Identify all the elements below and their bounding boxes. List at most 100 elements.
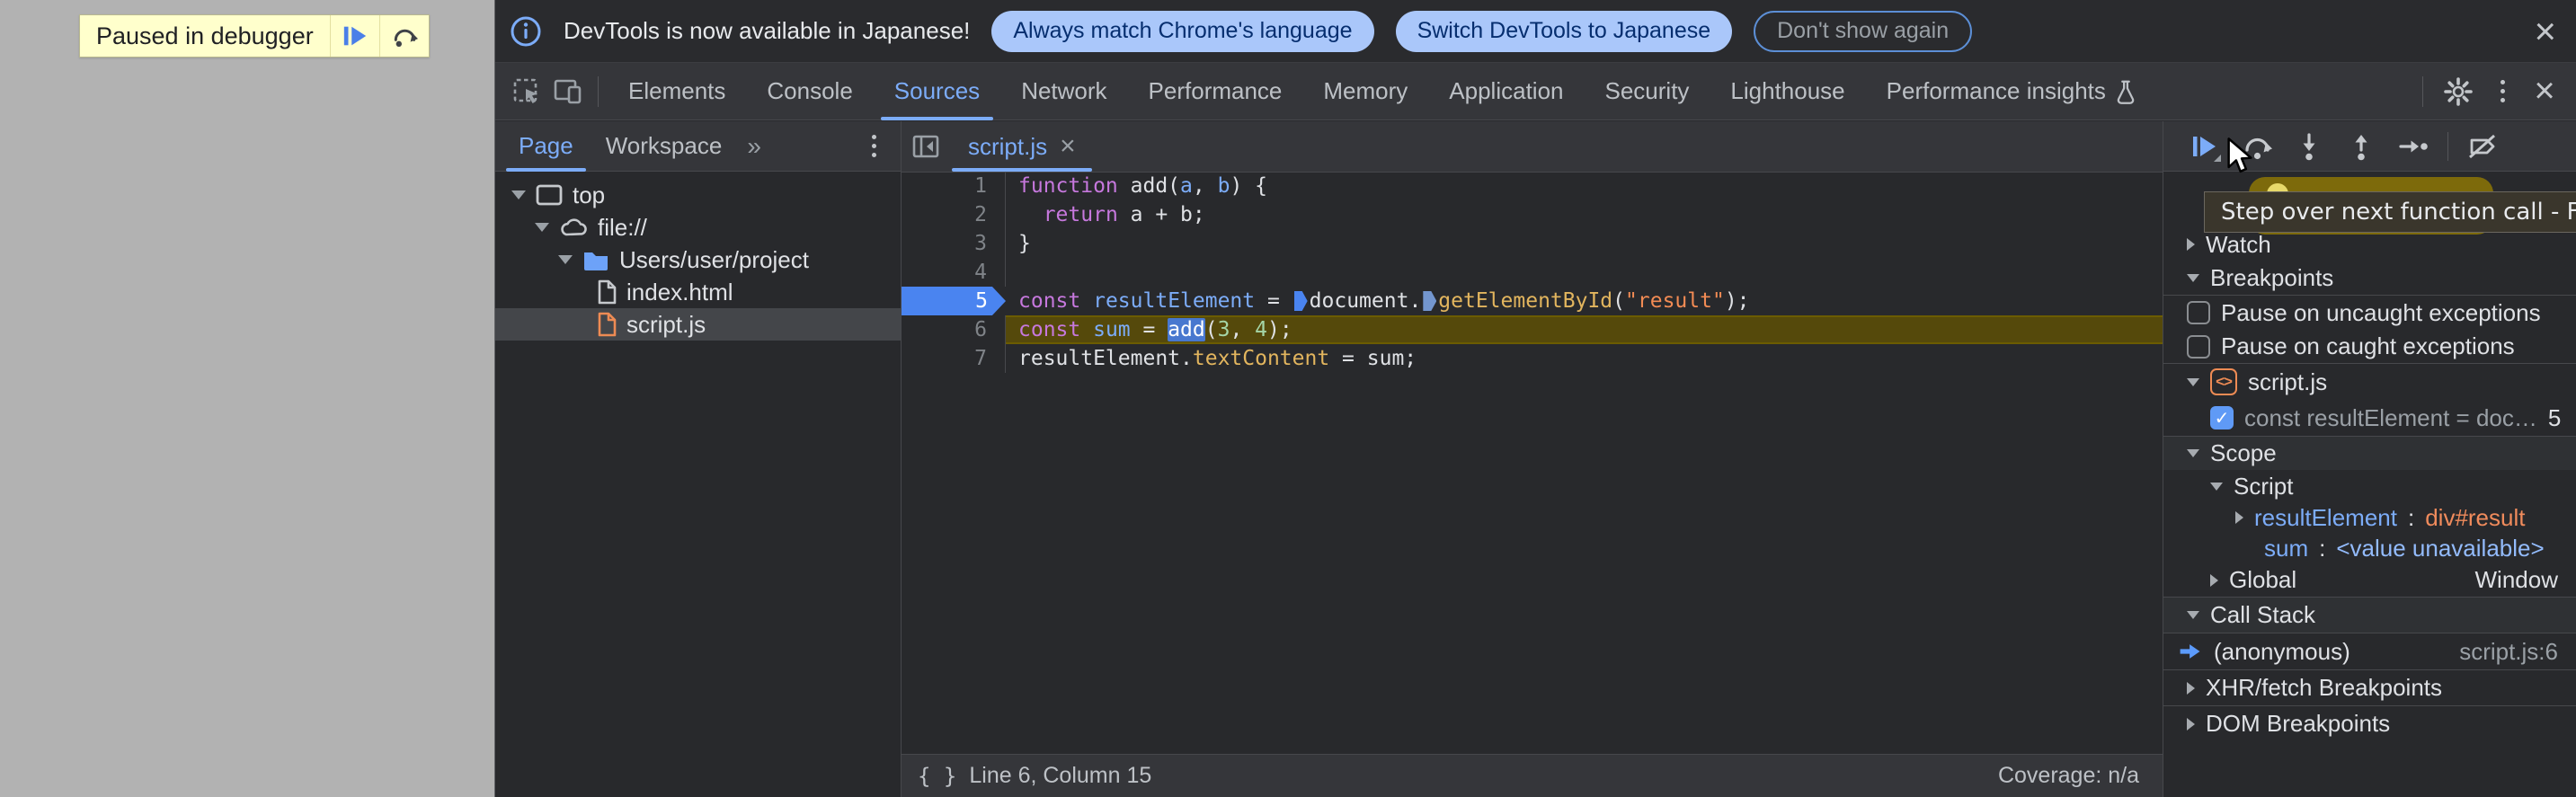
line-number[interactable]: 4 [902, 258, 1006, 287]
editor-tab-label: script.js [968, 132, 1048, 160]
section-dom-breakpoints[interactable]: DOM Breakpoints [2163, 705, 2576, 741]
scope-script-group[interactable]: Script [2163, 470, 2576, 502]
code-token: const [1018, 289, 1081, 313]
settings-button[interactable] [2438, 71, 2479, 112]
code-line: 4 [902, 258, 2163, 287]
line-number[interactable]: 5 [902, 287, 1006, 315]
tab-network[interactable]: Network [1000, 63, 1127, 120]
breakpoint-checkbox[interactable]: ✓ [2210, 406, 2234, 429]
devtools-close-button[interactable]: × [2526, 71, 2563, 111]
code-token: add [1168, 318, 1205, 341]
scope-global-group[interactable]: Global Window [2163, 563, 2576, 598]
code-editor[interactable]: 1 function add(a, b) {2 return a + b; 3} 4 5… [902, 172, 2163, 755]
expand-caret-icon[interactable] [535, 223, 549, 232]
tab-performance-insights[interactable]: Performance insights [1866, 63, 2157, 120]
section-call-stack[interactable]: Call Stack [2163, 598, 2576, 633]
collapsed-caret-icon[interactable] [2187, 681, 2195, 695]
pause-caught-row[interactable]: Pause on caught exceptions [2163, 330, 2576, 364]
line-number[interactable]: 2 [902, 200, 1006, 229]
dont-show-again-button[interactable]: Don't show again [1754, 10, 1973, 52]
code-line: 6 const sum = add(3, 4); [902, 315, 2163, 344]
section-xhr-breakpoints[interactable]: XHR/fetch Breakpoints [2163, 669, 2576, 705]
expanded-caret-icon[interactable] [2210, 482, 2223, 491]
more-tabs-chevron[interactable]: » [738, 132, 770, 161]
tab-workspace[interactable]: Workspace [590, 121, 739, 172]
switch-devtools-japanese-button[interactable]: Switch DevTools to Japanese [1395, 10, 1733, 52]
tab-security[interactable]: Security [1585, 63, 1710, 120]
deactivate-breakpoints-button[interactable] [2465, 128, 2500, 164]
code-token: textContent [1192, 347, 1330, 370]
tab-performance[interactable]: Performance [1128, 63, 1303, 120]
section-breakpoints[interactable]: Breakpoints [2163, 261, 2576, 296]
tree-item-script-js[interactable]: script.js [495, 308, 901, 341]
pretty-print-icon[interactable]: { } [918, 764, 956, 789]
overlay-step-over-button[interactable] [378, 15, 429, 57]
pause-caught-checkbox[interactable] [2187, 334, 2210, 359]
navigator-more-menu[interactable] [856, 135, 892, 157]
pause-uncaught-row[interactable]: Pause on uncaught exceptions [2163, 296, 2576, 330]
resume-script-button[interactable] [2187, 128, 2223, 164]
code-token: return [1043, 203, 1118, 226]
scope-var-resultelement[interactable]: resultElement: div#result [2163, 502, 2576, 533]
tree-item-project-folder[interactable]: Users/user/project [495, 244, 901, 276]
code-token: = [1255, 289, 1292, 313]
expanded-caret-icon[interactable] [2187, 611, 2199, 619]
scope-var-sum[interactable]: sum: <value unavailable> [2163, 533, 2576, 563]
frame-icon [536, 184, 563, 206]
section-scope[interactable]: Scope [2163, 436, 2576, 470]
line-number[interactable]: 3 [902, 229, 1006, 258]
tab-page[interactable]: Page [502, 121, 590, 172]
tab-application[interactable]: Application [1428, 63, 1584, 120]
inline-breakpoint-marker[interactable] [1423, 291, 1437, 311]
editor-tab-script-js[interactable]: script.js × [950, 121, 1094, 172]
toggle-device-toolbar-button[interactable] [547, 71, 589, 112]
inspect-element-button[interactable] [506, 71, 547, 112]
expanded-caret-icon[interactable] [2187, 449, 2199, 457]
collapsed-caret-icon[interactable] [2187, 238, 2195, 251]
expand-caret-icon[interactable] [511, 190, 526, 199]
overlay-resume-button[interactable] [329, 15, 379, 57]
step-button[interactable] [2395, 128, 2431, 164]
collapsed-caret-icon[interactable] [2210, 573, 2218, 587]
tree-item-index-html[interactable]: index.html [495, 276, 901, 308]
tree-item-label: script.js [626, 310, 706, 338]
expanded-caret-icon[interactable] [2187, 274, 2199, 282]
line-number[interactable]: 7 [902, 344, 1006, 373]
code-token: ( [1204, 318, 1218, 341]
code-token: sum [1093, 318, 1131, 341]
tab-memory[interactable]: Memory [1302, 63, 1428, 120]
expand-caret-icon[interactable] [558, 255, 573, 264]
tabbar-right-controls: × [2413, 71, 2563, 112]
line-number[interactable]: 6 [902, 315, 1006, 344]
breakpoint-file-group[interactable]: <> script.js [2163, 364, 2576, 400]
call-stack-frame[interactable]: (anonymous) script.js:6 [2163, 633, 2576, 669]
step-into-button[interactable] [2291, 128, 2327, 164]
breakpoint-entry[interactable]: ✓ const resultElement = doc… 5 [2163, 400, 2576, 436]
tree-item-file-scheme[interactable]: file:// [495, 211, 901, 244]
tab-close-icon[interactable]: × [1060, 131, 1076, 162]
tabbar-separator [598, 75, 599, 107]
tab-console[interactable]: Console [746, 63, 873, 120]
collapsed-caret-icon[interactable] [2187, 717, 2195, 731]
tab-lighthouse[interactable]: Lighthouse [1710, 63, 1865, 120]
collapsed-caret-icon[interactable] [2235, 511, 2243, 524]
tab-sources[interactable]: Sources [874, 63, 1000, 120]
notification-bar: DevTools is now available in Japanese! A… [495, 0, 2576, 63]
tree-item-top[interactable]: top [495, 179, 901, 211]
notification-close-icon[interactable]: × [2534, 12, 2556, 50]
scope-separator: : [2319, 534, 2326, 562]
step-out-button[interactable] [2343, 128, 2379, 164]
tree-item-label: index.html [626, 278, 733, 306]
breakpoint-line-number: 5 [2547, 403, 2562, 431]
more-options-button[interactable] [2484, 80, 2520, 102]
toggle-navigator-button[interactable] [902, 121, 950, 172]
expanded-caret-icon[interactable] [2187, 377, 2199, 386]
line-number[interactable]: 1 [902, 172, 1006, 200]
pause-uncaught-checkbox[interactable] [2187, 301, 2210, 324]
tab-elements[interactable]: Elements [608, 63, 746, 120]
inline-breakpoint-marker[interactable] [1293, 291, 1308, 311]
match-chrome-language-button[interactable]: Always match Chrome's language [991, 10, 1374, 52]
code-line: 1 function add(a, b) { [902, 172, 2163, 200]
devtools-screenshot: Paused in debugger DevTools is now avail… [0, 0, 2576, 797]
